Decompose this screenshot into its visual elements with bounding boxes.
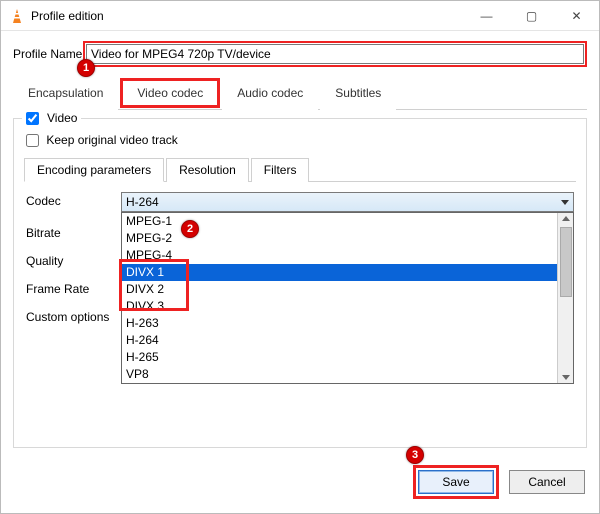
codec-option-divx2[interactable]: DIVX 2 [122,281,557,298]
main-tabs: Encapsulation Video codec Audio codec Su… [13,79,587,110]
dropdown-scrollbar[interactable] [557,213,573,383]
minimize-button[interactable]: — [464,1,509,30]
frame-rate-label: Frame Rate [26,280,121,296]
tab-audio-codec[interactable]: Audio codec [222,80,318,110]
dialog-content: Profile Name 1 Encapsulation Video codec… [1,31,599,448]
profile-edition-window: Profile edition — ▢ ✕ Profile Name 1 Enc… [0,0,600,514]
codec-option-h264[interactable]: H-264 [122,332,557,349]
codec-combo-area: H-264 MPEG-1 MPEG-2 MPEG-4 DIVX 1 DIVX 2… [121,192,574,212]
tab-subtitles[interactable]: Subtitles [320,80,396,110]
keep-original-row: Keep original video track [26,133,576,147]
codec-dropdown-list: MPEG-1 MPEG-2 MPEG-4 DIVX 1 DIVX 2 DIVX … [122,213,557,383]
codec-option-divx3[interactable]: DIVX 3 [122,298,557,315]
profile-name-row: Profile Name 1 [13,41,587,67]
save-highlight-box: 3 Save [413,465,499,499]
annotation-badge-3: 3 [406,446,424,464]
chevron-down-icon [561,200,569,205]
profile-name-label: Profile Name [13,47,83,61]
vlc-cone-icon [9,8,25,24]
save-button[interactable]: Save [418,470,494,494]
bitrate-label: Bitrate [26,224,121,240]
window-title: Profile edition [31,9,464,23]
codec-option-h265[interactable]: H-265 [122,349,557,366]
tab-encapsulation[interactable]: Encapsulation [13,80,118,110]
custom-options-label: Custom options [26,308,121,324]
cancel-button[interactable]: Cancel [509,470,585,494]
profile-name-highlight [83,41,587,67]
codec-selected-value: H-264 [126,195,159,209]
codec-combobox[interactable]: H-264 [121,192,574,212]
quality-label: Quality [26,252,121,268]
keep-original-checkbox[interactable] [26,134,39,147]
maximize-button[interactable]: ▢ [509,1,554,30]
codec-option-h263[interactable]: H-263 [122,315,557,332]
scrollbar-thumb[interactable] [560,227,572,297]
codec-option-vp8[interactable]: VP8 [122,366,557,383]
title-bar: Profile edition — ▢ ✕ [1,1,599,31]
annotation-badge-1: 1 [77,59,95,77]
keep-original-label: Keep original video track [46,133,177,147]
profile-name-input[interactable] [86,44,584,64]
close-button[interactable]: ✕ [554,1,599,30]
codec-dropdown: MPEG-1 MPEG-2 MPEG-4 DIVX 1 DIVX 2 DIVX … [121,212,574,384]
codec-option-mpeg4[interactable]: MPEG-4 [122,247,557,264]
video-enable-label: Video [47,111,77,125]
codec-option-divx1[interactable]: DIVX 1 [122,264,557,281]
inner-tab-encoding[interactable]: Encoding parameters [24,158,164,182]
encoding-parameters-pane: Codec H-264 MPEG-1 MPEG-2 MPEG-4 DIVX 1 [24,182,576,324]
inner-tab-filters[interactable]: Filters [251,158,310,182]
video-checkbox-legend: Video [22,111,81,125]
codec-label: Codec [26,192,121,208]
inner-tab-resolution[interactable]: Resolution [166,158,249,182]
video-groupbox: Video Keep original video track Encoding… [13,118,587,448]
dialog-buttons: 3 Save Cancel [413,465,585,499]
tab-video-codec[interactable]: Video codec [120,78,220,108]
video-enable-checkbox[interactable] [26,112,39,125]
window-controls: — ▢ ✕ [464,1,599,30]
inner-tabs: Encoding parameters Resolution Filters [24,157,576,182]
codec-row: Codec H-264 MPEG-1 MPEG-2 MPEG-4 DIVX 1 [26,192,574,212]
